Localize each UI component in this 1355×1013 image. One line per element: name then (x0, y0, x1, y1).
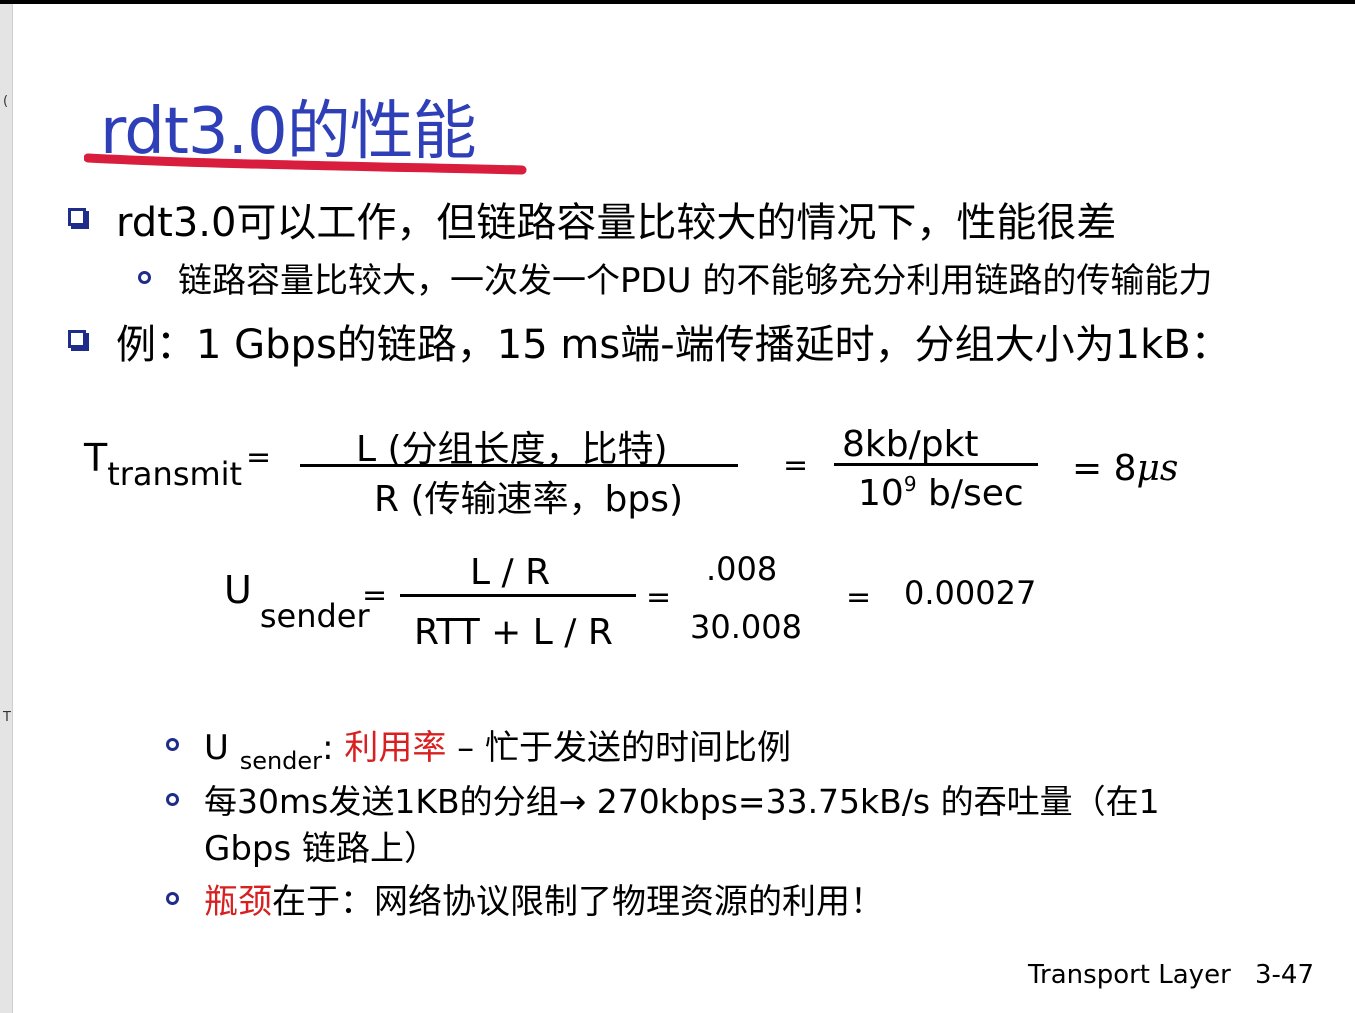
fraction-denominator: R (传输速率，bps) (374, 479, 684, 520)
bullet-text-continued: Gbps 链路上） (204, 829, 439, 869)
bullet-text: 每30ms发送1KB的分组→ 270kbps=33.75kB/s 的吞吐量（在1 (204, 782, 1160, 821)
bullet-text: 链路容量比较大，一次发一个PDU 的不能够充分利用链路的传输能力 (178, 261, 1213, 301)
fraction-numerator: .008 (706, 550, 778, 588)
bullet-text: 瓶颈在于：网络协议限制了物理资源的利用！ (204, 882, 884, 922)
bullet-text: rdt3.0可以工作，但链路容量比较大的情况下，性能很差 (116, 200, 1117, 246)
circle-bullet-icon (166, 738, 179, 751)
bullet-text: U sender: 利用率 – 忙于发送的时间比例 (204, 728, 791, 775)
gutter-mark: T (3, 710, 11, 725)
equals-sign: = (783, 448, 809, 483)
equals-sign: = (846, 580, 872, 615)
left-gutter: ( T (0, 4, 13, 1013)
equals-sign: = (646, 580, 672, 615)
page-number: 3-47 (1255, 960, 1315, 990)
fraction-numerator: 8kb/pkt (842, 424, 979, 465)
equals-sign: = (362, 578, 388, 613)
formula-lhs: Usender (224, 568, 370, 635)
fraction-denominator: RTT + L / R (414, 612, 613, 653)
fraction-numerator: L / R (470, 552, 551, 593)
circle-bullet-icon (166, 892, 179, 905)
equals-sign: = (246, 440, 272, 475)
circle-bullet-icon (138, 271, 151, 284)
fraction-denominator: 109 b/sec (858, 472, 1024, 514)
square-bullet-icon (68, 330, 89, 351)
fraction-denominator: 30.008 (690, 608, 802, 646)
footer-label: Transport Layer (1028, 960, 1231, 990)
circle-bullet-icon (166, 793, 179, 806)
gutter-mark: ( (3, 94, 9, 109)
title-underline (84, 153, 527, 175)
top-border (0, 0, 1355, 4)
formula-result: 0.00027 (904, 574, 1037, 612)
formula-lhs: Ttransmit (84, 436, 243, 493)
bullet-text: 例：1 Gbps的链路，15 ms端-端传播延时，分组大小为1kB： (116, 322, 1231, 368)
fraction-line (300, 464, 738, 467)
fraction-line (400, 594, 636, 597)
square-bullet-icon (68, 208, 89, 229)
fraction-line (834, 463, 1038, 466)
formula-result: = 8μs (1072, 448, 1179, 489)
